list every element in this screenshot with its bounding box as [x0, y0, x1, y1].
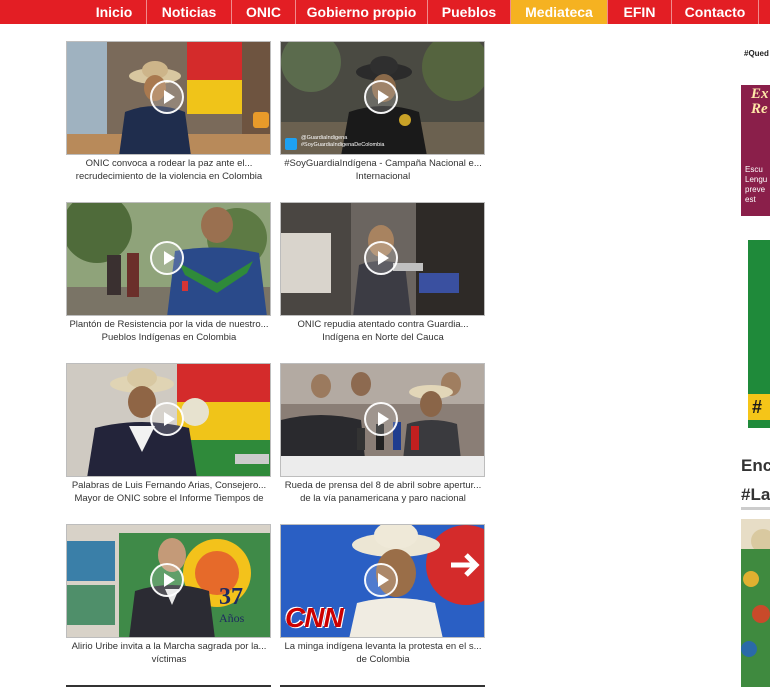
play-icon: [150, 241, 184, 275]
video-caption-line1: Plantón de Resistencia por la vida de nu…: [69, 319, 269, 330]
video-caption-line1: ONIC convoca a rodear la paz ante el...: [85, 158, 253, 169]
sidebar-banner-green[interactable]: #: [748, 240, 770, 428]
video-overlay-text: @GuardiaIndigena #SoyGuardiaIndigenaDeCo…: [301, 135, 385, 148]
video-caption[interactable]: Alirio Uribe invita a la Marcha sagrada …: [63, 640, 275, 666]
sidebar-heading-hashtag: #La: [741, 485, 770, 504]
play-icon: [364, 241, 398, 275]
video-caption-line1: Palabras de Luis Fernando Arias, Conseje…: [71, 480, 267, 491]
video-overlay-text: Años: [219, 611, 245, 625]
twitter-icon: [285, 138, 297, 150]
video-caption[interactable]: Palabras de Luis Fernando Arias, Conseje…: [63, 479, 275, 505]
video-caption-line2: de Colombia: [356, 654, 410, 665]
video-thumbnail[interactable]: [66, 41, 271, 155]
video-caption-line1: ONIC repudia atentado contra Guardia...: [297, 319, 469, 330]
main-nav: Inicio Noticias ONIC Gobierno propio Pue…: [0, 0, 770, 24]
video-thumbnail[interactable]: [280, 202, 485, 316]
video-caption-line1: Rueda de prensa del 8 de abril sobre ape…: [284, 480, 482, 491]
video-caption-line2: Pueblos Indígenas en Colombia: [101, 332, 237, 343]
video-thumbnail[interactable]: [66, 202, 271, 316]
play-icon: [150, 80, 184, 114]
video-caption-line2: Internacional: [355, 171, 411, 182]
play-icon: [364, 402, 398, 436]
nav-item-pueblos[interactable]: Pueblos: [428, 0, 511, 24]
nav-item-contacto[interactable]: Contacto: [672, 0, 759, 24]
video-caption-line2: víctimas: [151, 654, 187, 665]
play-icon: [364, 80, 398, 114]
sidebar-hashtag: #Qued: [744, 49, 769, 58]
video-caption[interactable]: #SoyGuardiaIndígena - Campaña Nacional e…: [277, 157, 489, 183]
video-thumbnail[interactable]: @GuardiaIndigena #SoyGuardiaIndigenaDeCo…: [280, 41, 485, 155]
nav-item-noticias[interactable]: Noticias: [147, 0, 232, 24]
sidebar-banner-title: Ex Re: [751, 86, 769, 117]
video-overlay-number: 37: [219, 584, 243, 610]
sidebar-banner-campaign[interactable]: Ex Re Escu Lengu preve est: [741, 85, 770, 216]
video-thumbnail[interactable]: 37 Años: [66, 524, 271, 638]
poster-art: [741, 519, 770, 687]
video-caption[interactable]: Plantón de Resistencia por la vida de nu…: [63, 318, 275, 344]
video-caption[interactable]: La minga indígena levanta la protesta en…: [277, 640, 489, 666]
sidebar-divider: [741, 507, 770, 510]
video-caption-line1: Alirio Uribe invita a la Marcha sagrada …: [71, 641, 267, 652]
play-icon: [150, 563, 184, 597]
sidebar-banner-text: Escu Lengu preve est: [745, 165, 768, 204]
video-caption-line2: recrudecimiento de la violencia en Colom…: [75, 171, 263, 182]
video-caption[interactable]: ONIC repudia atentado contra Guardia... …: [277, 318, 489, 344]
cnn-logo: CNN: [285, 602, 344, 633]
video-caption-line2: de la vía panamericana y paro nacional: [300, 493, 466, 504]
video-caption-line1: La minga indígena levanta la protesta en…: [284, 641, 482, 652]
sidebar-hash-badge: #: [748, 394, 770, 420]
video-thumbnail[interactable]: CNN: [280, 524, 485, 638]
video-caption[interactable]: ONIC convoca a rodear la paz ante el... …: [63, 157, 275, 183]
video-caption-line2: Mayor de ONIC sobre el Informe Tiempos d…: [74, 493, 264, 504]
video-caption-line2: Indígena en Norte del Cauca: [322, 332, 444, 343]
nav-item-mediateca[interactable]: Mediateca: [511, 0, 608, 24]
play-icon: [364, 563, 398, 597]
sidebar-image-poster[interactable]: [741, 519, 770, 687]
nav-item-inicio[interactable]: Inicio: [82, 0, 147, 24]
video-thumbnail[interactable]: [280, 363, 485, 477]
video-caption[interactable]: Rueda de prensa del 8 de abril sobre ape…: [277, 479, 489, 505]
video-thumbnail[interactable]: [66, 363, 271, 477]
nav-item-gobierno-propio[interactable]: Gobierno propio: [296, 0, 428, 24]
sidebar-heading: Enc: [741, 456, 770, 475]
nav-item-efin[interactable]: EFIN: [608, 0, 672, 24]
nav-item-onic[interactable]: ONIC: [232, 0, 296, 24]
video-caption-line1: #SoyGuardiaIndígena - Campaña Nacional e…: [284, 158, 482, 169]
play-icon: [150, 402, 184, 436]
